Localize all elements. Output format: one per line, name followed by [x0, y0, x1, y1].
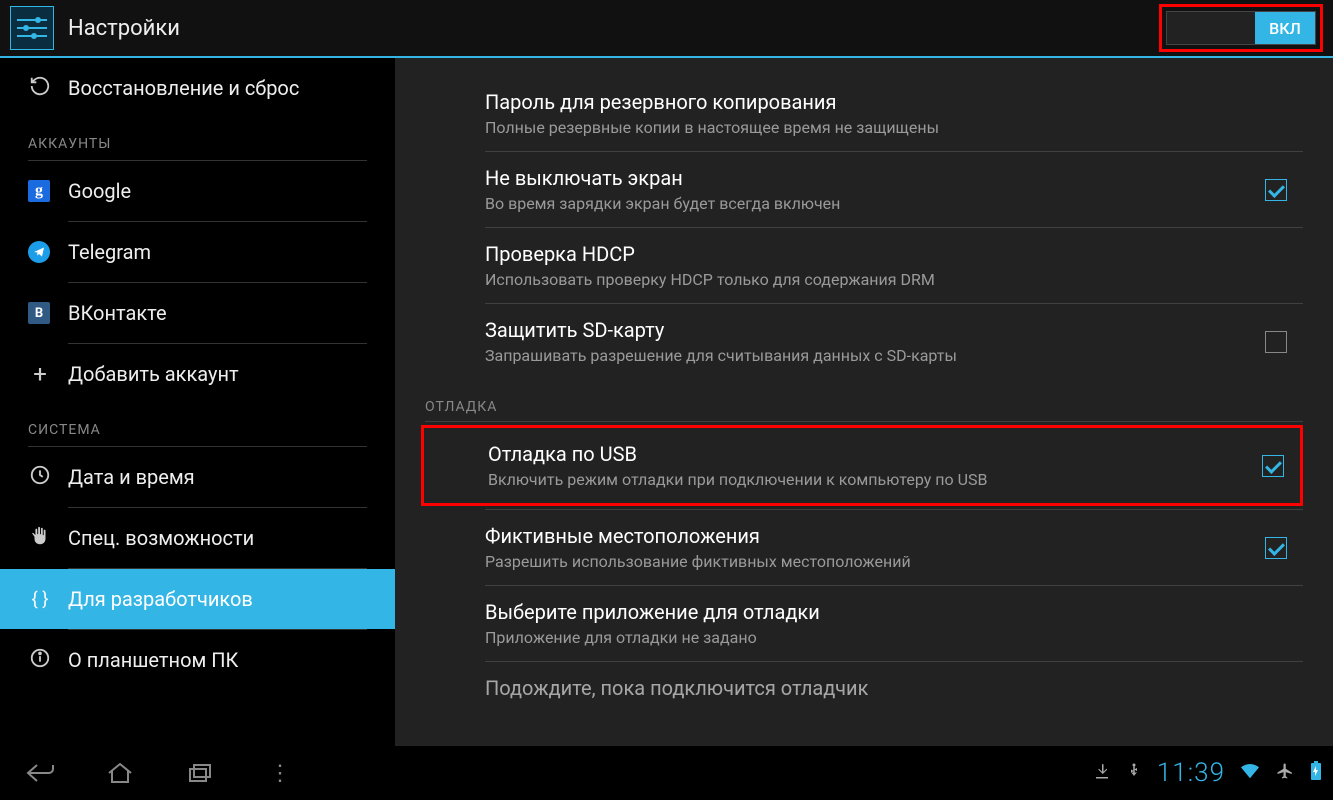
pref-stay-awake[interactable]: Не выключать экран Во время зарядки экра… [395, 152, 1333, 227]
usb-icon [1125, 762, 1143, 785]
pref-mock-locations[interactable]: Фиктивные местоположения Разрешить испол… [395, 510, 1333, 585]
action-bar: Настройки ВКЛ [0, 0, 1333, 58]
settings-content: Пароль для резервного копирования Полные… [395, 58, 1333, 746]
developer-master-switch[interactable]: ВКЛ [1166, 11, 1316, 45]
pref-summary: Запрашивать разрешение для считывания да… [485, 346, 1273, 365]
settings-sidebar: Восстановление и сброс АККАУНТЫ g Google… [0, 58, 395, 746]
pref-summary: Разрешить использование фиктивных местоп… [485, 552, 1273, 571]
pref-title: Подождите, пока подключится отладчик [485, 676, 1273, 700]
highlight-annotation: ВКЛ [1159, 4, 1323, 52]
checkbox-checked-icon[interactable] [1265, 537, 1287, 559]
sidebar-label: Google [68, 179, 131, 203]
pref-title: Выберите приложение для отладки [485, 600, 1273, 624]
checkbox-unchecked-icon[interactable] [1265, 331, 1287, 353]
vk-icon: B [28, 302, 52, 324]
pref-title: Не выключать экран [485, 166, 1273, 190]
pref-summary: Использовать проверку HDCP только для со… [485, 270, 1273, 289]
sidebar-item-about[interactable]: О планшетном ПК [0, 630, 395, 690]
pref-summary: Включить режим отладки при подключении к… [488, 470, 1270, 489]
pref-title: Пароль для резервного копирования [485, 90, 1273, 114]
sidebar-label: ВКонтакте [68, 301, 167, 325]
pref-title: Отладка по USB [488, 442, 1270, 466]
sidebar-item-vk[interactable]: B ВКонтакте [0, 283, 395, 343]
telegram-icon [28, 241, 52, 263]
sidebar-item-developer[interactable]: { } Для разработчиков [0, 569, 395, 629]
status-tray[interactable]: 11:39 [1093, 758, 1323, 788]
sidebar-section-system: СИСТЕМА [0, 404, 395, 446]
recents-button[interactable] [170, 754, 230, 792]
sidebar-item-accessibility[interactable]: Спец. возможности [0, 508, 395, 568]
wifi-icon [1239, 762, 1261, 785]
pref-summary: Приложение для отладки не задано [485, 628, 1273, 647]
sidebar-label: Telegram [68, 240, 151, 264]
pref-wait-debugger[interactable]: Подождите, пока подключится отладчик [395, 662, 1333, 718]
plus-icon: + [28, 360, 52, 388]
airplane-icon [1275, 762, 1295, 785]
sidebar-label: Восстановление и сброс [68, 76, 299, 100]
sidebar-section-accounts: АККАУНТЫ [0, 118, 395, 160]
clock-icon [28, 464, 52, 491]
content-section-debug: ОТЛАДКА [395, 379, 1333, 421]
pref-title: Фиктивные местоположения [485, 524, 1273, 548]
hand-icon [28, 525, 52, 552]
braces-icon: { } [28, 589, 52, 610]
checkbox-checked-icon[interactable] [1265, 179, 1287, 201]
sidebar-item-telegram[interactable]: Telegram [0, 222, 395, 282]
switch-on-label: ВКЛ [1255, 12, 1315, 44]
back-button[interactable] [10, 754, 70, 792]
pref-hdcp[interactable]: Проверка HDCP Использовать проверку HDCP… [395, 228, 1333, 303]
sidebar-item-datetime[interactable]: Дата и время [0, 447, 395, 507]
sidebar-label: Добавить аккаунт [68, 362, 239, 386]
sidebar-item-add-account[interactable]: + Добавить аккаунт [0, 344, 395, 404]
sidebar-label: О планшетном ПК [68, 648, 238, 672]
sidebar-label: Спец. возможности [68, 526, 254, 550]
pref-title: Защитить SD-карту [485, 318, 1273, 342]
sidebar-label: Для разработчиков [68, 587, 253, 611]
checkbox-checked-icon[interactable] [1262, 455, 1284, 477]
menu-button[interactable]: ⋮ [250, 754, 310, 792]
sidebar-label: Дата и время [68, 465, 195, 489]
pref-protect-sd[interactable]: Защитить SD-карту Запрашивать разрешение… [395, 304, 1333, 379]
system-nav-bar: ⋮ 11:39 [0, 746, 1333, 800]
page-title: Настройки [68, 16, 180, 41]
sidebar-item-google[interactable]: g Google [0, 161, 395, 221]
google-icon: g [28, 180, 52, 202]
battery-icon [1309, 761, 1323, 786]
home-button[interactable] [90, 754, 150, 792]
pref-backup-password[interactable]: Пароль для резервного копирования Полные… [395, 76, 1333, 151]
status-clock: 11:39 [1157, 758, 1225, 788]
restore-icon [28, 75, 52, 102]
info-icon [28, 647, 52, 674]
pref-usb-debugging[interactable]: Отладка по USB Включить режим отладки пр… [421, 425, 1303, 506]
pref-title: Проверка HDCP [485, 242, 1273, 266]
pref-summary: Полные резервные копии в настоящее время… [485, 118, 1273, 137]
download-icon [1093, 762, 1111, 785]
pref-select-debug-app[interactable]: Выберите приложение для отладки Приложен… [395, 586, 1333, 661]
settings-icon [10, 6, 54, 50]
sidebar-item-restore[interactable]: Восстановление и сброс [0, 58, 395, 118]
pref-summary: Во время зарядки экран будет всегда вклю… [485, 194, 1273, 213]
